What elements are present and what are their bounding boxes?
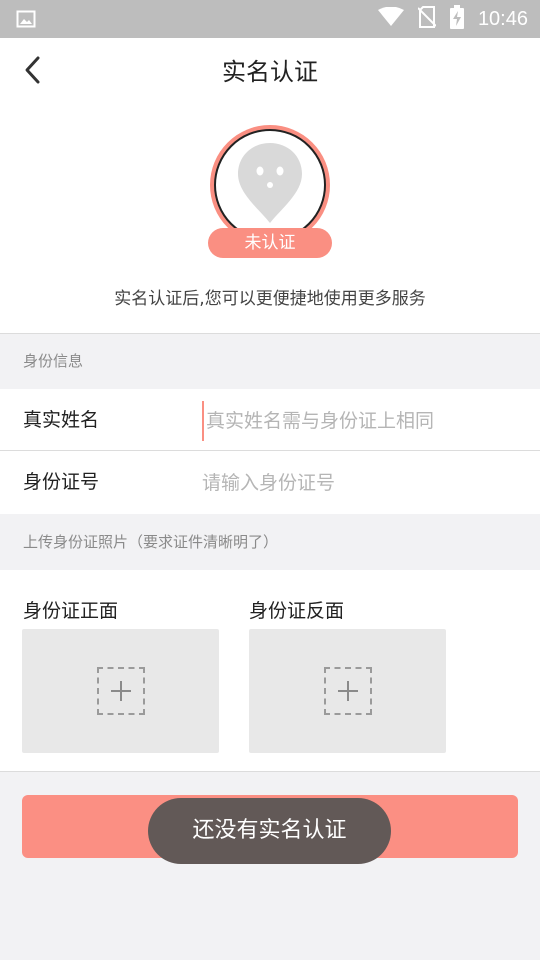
status-bar: 10:46 [0, 0, 540, 38]
status-time: 10:46 [477, 7, 528, 30]
toast-message: 还没有实名认证 [148, 798, 391, 864]
plus-icon [97, 667, 145, 715]
location-pin-face-icon [235, 141, 305, 229]
avatar [210, 125, 330, 245]
profile-panel: 未认证 实名认证后,您可以更便捷地使用更多服务 [0, 106, 540, 334]
verification-status-badge: 未认证 [208, 228, 332, 258]
upload-area: 身份证正面 身份证反面 [0, 570, 540, 771]
upload-section-label: 上传身份证照片（要求证件清晰明了） [0, 514, 540, 570]
real-name-label: 真实姓名 [23, 409, 100, 431]
battery-charging-icon [449, 5, 464, 33]
image-icon [16, 9, 36, 29]
id-back-label: 身份证反面 [249, 600, 345, 622]
id-front-upload-button[interactable] [22, 629, 219, 753]
app-header: 实名认证 [0, 38, 540, 106]
wifi-icon [377, 6, 404, 31]
plus-icon [324, 667, 372, 715]
real-name-input[interactable] [202, 401, 522, 441]
id-front-label: 身份证正面 [23, 600, 119, 622]
divider [0, 771, 540, 772]
id-number-label: 身份证号 [23, 471, 100, 493]
page-title: 实名认证 [222, 58, 318, 86]
verification-description: 实名认证后,您可以更便捷地使用更多服务 [114, 289, 426, 309]
id-number-row: 身份证号 [0, 451, 540, 514]
no-sim-icon [417, 6, 437, 32]
identity-section-label: 身份信息 [0, 334, 540, 389]
real-name-row: 真实姓名 [0, 389, 540, 451]
id-back-upload-button[interactable] [249, 629, 446, 753]
id-number-input[interactable] [202, 463, 522, 503]
